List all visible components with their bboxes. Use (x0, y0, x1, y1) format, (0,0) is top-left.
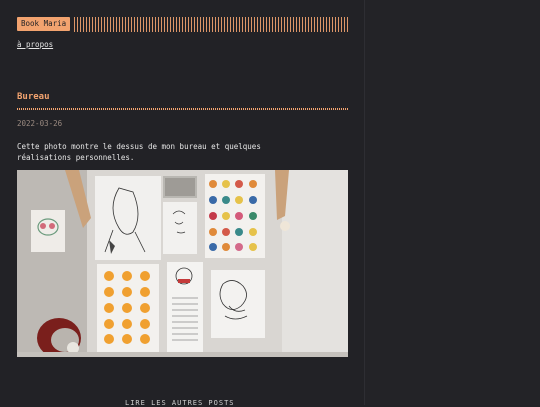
site-header: Book Maria (17, 16, 348, 32)
post-title: Bureau (17, 92, 50, 102)
right-sidebar-panel (364, 0, 540, 405)
more-posts-link[interactable]: LIRE LES AUTRES POSTS (125, 399, 235, 407)
decorative-bars (74, 16, 348, 32)
site-logo-button[interactable]: Book Maria (17, 17, 71, 31)
post-text: Cette photo montre le dessus de mon bure… (17, 142, 261, 162)
nav-about-link[interactable]: à propos (17, 40, 53, 49)
post-date: 2022-03-26 (17, 119, 63, 128)
title-divider (17, 108, 348, 110)
post-photo[interactable] (17, 170, 348, 357)
